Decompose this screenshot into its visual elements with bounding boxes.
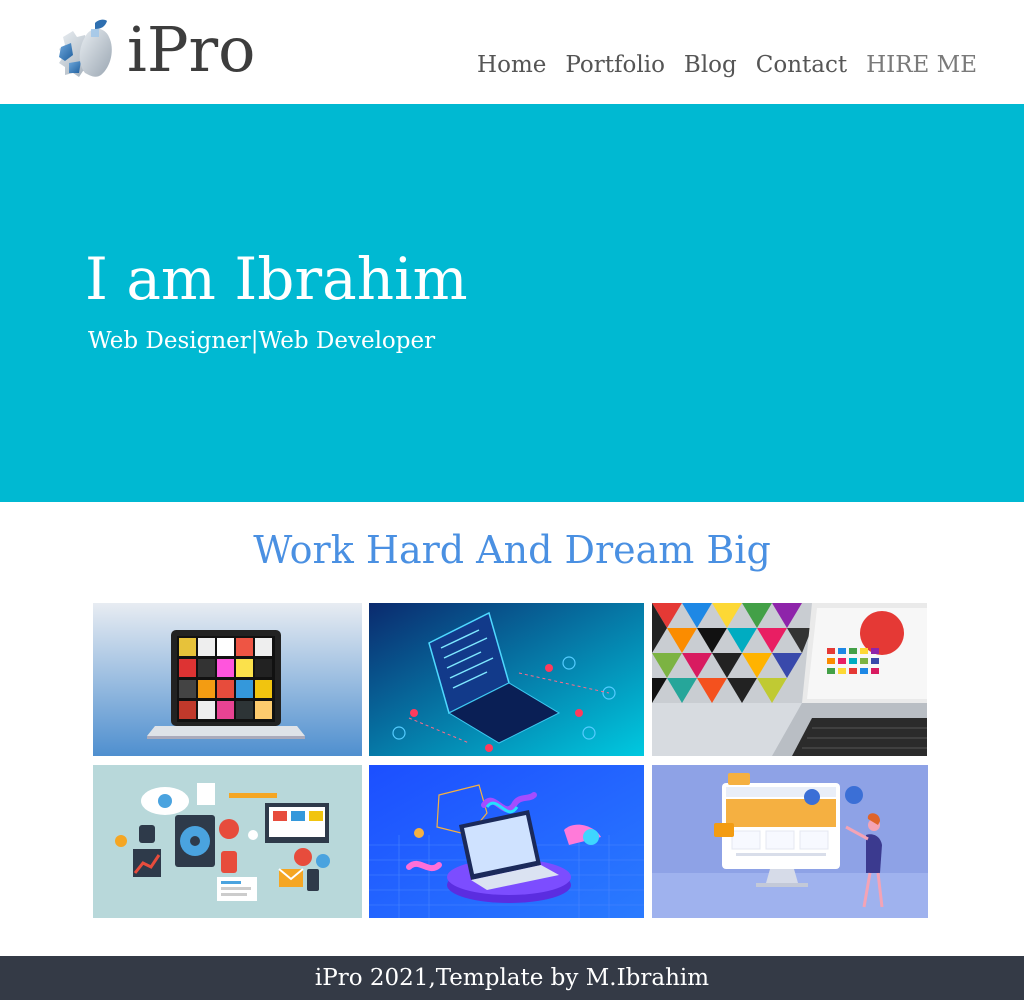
footer-text: iPro 2021,Template by M.Ibrahim bbox=[314, 965, 710, 991]
laptop-gallery-image bbox=[93, 603, 362, 756]
nav-home-link[interactable]: Home bbox=[477, 52, 546, 78]
portfolio-tile-2[interactable] bbox=[369, 603, 644, 756]
logo-text: iPro bbox=[127, 13, 256, 86]
hero-banner: I am Ibrahim Web Designer|Web Developer bbox=[0, 104, 1024, 502]
hero-title: I am Ibrahim bbox=[85, 245, 468, 313]
nav-hire-me-link[interactable]: HIRE ME bbox=[866, 52, 977, 78]
portfolio-tile-3[interactable] bbox=[652, 603, 927, 756]
site-footer: iPro 2021,Template by M.Ibrahim bbox=[0, 956, 1024, 1000]
site-header: iPro Home Portfolio Blog Contact HIRE ME bbox=[0, 0, 1024, 104]
web-design-illustration-image bbox=[652, 765, 928, 918]
portfolio-tile-1[interactable] bbox=[93, 603, 362, 756]
gear-apple-logo-icon bbox=[55, 17, 125, 83]
nav-blog-link[interactable]: Blog bbox=[684, 52, 737, 78]
portfolio-tile-5[interactable] bbox=[369, 765, 644, 918]
portfolio-title: Work Hard And Dream Big bbox=[253, 528, 771, 572]
isometric-laptop-image bbox=[369, 765, 644, 918]
portfolio-tile-6[interactable] bbox=[652, 765, 928, 918]
hero-subtitle: Web Designer|Web Developer bbox=[88, 328, 436, 354]
nav-portfolio-link[interactable]: Portfolio bbox=[565, 52, 665, 78]
portfolio-tile-4[interactable] bbox=[93, 765, 362, 918]
tech-devices-flat-image bbox=[93, 765, 362, 918]
laptop-code-neon-image bbox=[369, 603, 644, 756]
laptop-colorful-image bbox=[652, 603, 927, 756]
nav-contact-link[interactable]: Contact bbox=[756, 52, 847, 78]
logo[interactable]: iPro bbox=[55, 14, 256, 86]
main-nav: Home Portfolio Blog Contact HIRE ME bbox=[477, 52, 977, 78]
